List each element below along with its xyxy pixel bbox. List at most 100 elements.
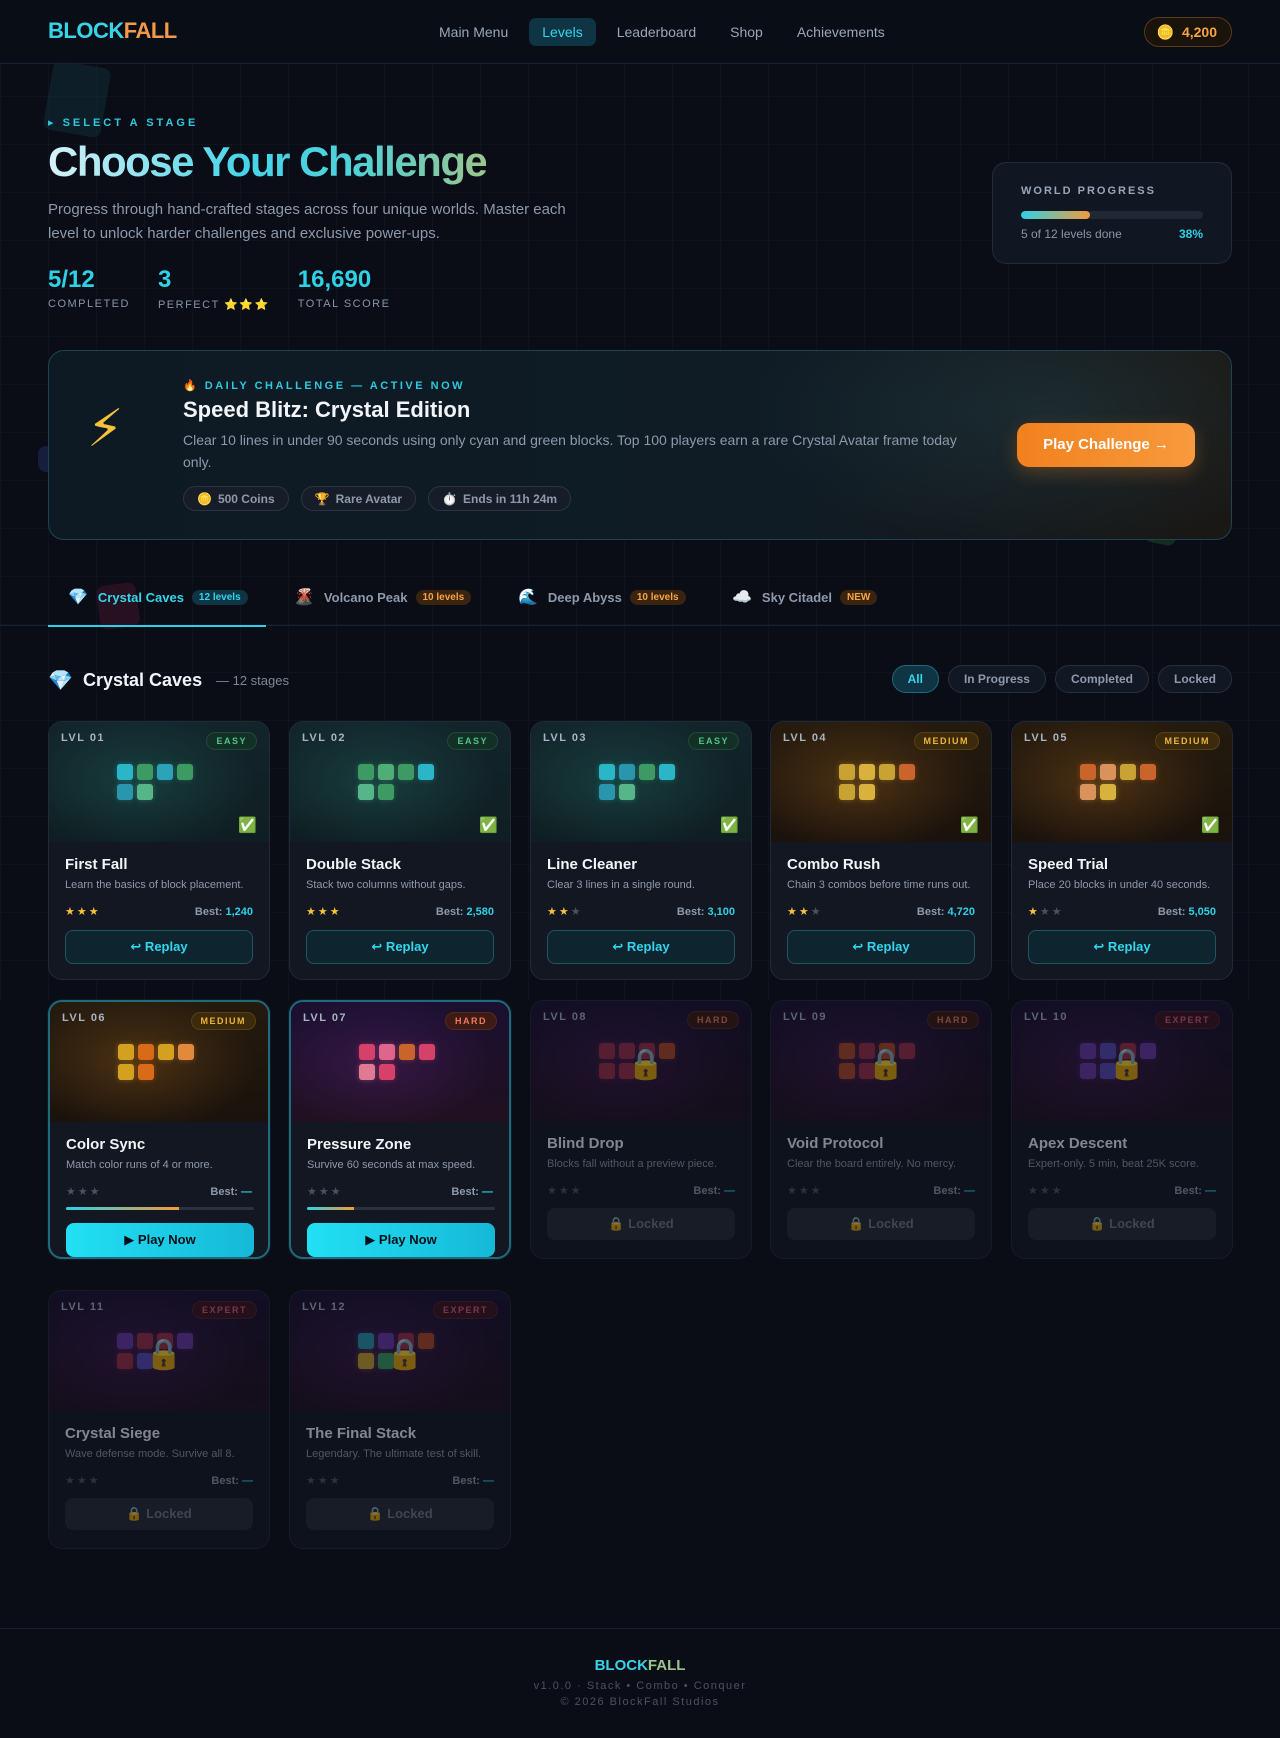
play-now-button[interactable]: ▶ Play Now [66,1223,254,1257]
completed-check-icon: ✅ [720,817,739,834]
locked-button: 🔒 Locked [787,1208,975,1240]
completed-check-icon: ✅ [238,817,257,834]
best-score: Best: — [933,1185,975,1197]
best-value: 5,050 [1188,906,1216,918]
level-card[interactable]: LVL 01 EASY ✅ First Fall Learn the basics of… [48,721,270,980]
level-card: LVL 10 EXPERT 🔒 Apex Descent Expert-only. 5 … [1011,1000,1233,1259]
level-card[interactable]: LVL 07 HARD Pressure Zone Survive 60 second… [289,1000,511,1259]
locked-button: 🔒 Locked [547,1208,735,1240]
world-icon: ☁️ [732,589,752,606]
preview-block [177,764,193,780]
level-card[interactable]: LVL 02 EASY ✅ Double Stack Stack two columns… [289,721,511,980]
tab-crystal-caves[interactable]: 💎 Crystal Caves 12 levels [48,568,266,627]
level-card[interactable]: LVL 06 MEDIUM Color Sync Match color runs o… [48,1000,270,1259]
star-icon: ★ [329,1475,342,1487]
tab-volcano-peak[interactable]: 🌋 Volcano Peak 10 levels [274,568,488,626]
chip-label: Rare Avatar [335,491,403,506]
level-description: Survive 60 seconds at max speed. [307,1159,476,1171]
preview-block [117,764,133,780]
difficulty-badge: EXPERT [432,1301,498,1319]
logo[interactable]: BLOCKFALL [48,18,177,44]
best-score: Best: — [451,1186,493,1198]
tab-sky-citadel[interactable]: ☁️ Sky Citadel NEW [712,568,902,626]
preview-block [378,784,394,800]
reward-chips: 🪙 500 Coins 🏆 Rare Avatar ⏱️ Ends in 11h 24m [183,486,572,511]
replay-button[interactable]: ↩ Replay [1028,930,1216,964]
best-score: Best: 2,580 [436,906,494,918]
world-progress-bar [1021,211,1203,219]
star-icon: ★ [558,1185,571,1197]
star-icon: ★ [65,1475,77,1487]
star-icon: ★ [318,1186,331,1198]
preview-block [418,764,434,780]
level-description: Wave defense mode. Survive all 8. [65,1448,235,1460]
nav-leaderboard[interactable]: Leaderboard [604,18,709,46]
replay-button[interactable]: ↩ Replay [65,930,253,964]
preview-block [1080,764,1096,780]
filter-in-progress[interactable]: In Progress [947,665,1046,693]
level-card: LVL 11 EXPERT 🔒 Crystal Siege Wave defense m… [48,1290,270,1549]
nav-shop[interactable]: Shop [717,18,776,46]
preview-block [358,1353,374,1369]
preview-block [899,764,915,780]
preview-block [639,764,655,780]
hero-subtitle: Progress through hand-crafted stages acr… [48,201,566,242]
best-value: 4,720 [947,906,975,918]
nav-main-menu[interactable]: Main Menu [426,18,521,46]
best-score: Best: 5,050 [1158,906,1216,918]
daily-eyebrow: 🔥 DAILY CHALLENGE — ACTIVE NOW [183,380,466,392]
star-icon: ★ [89,1186,102,1198]
nav-achievements[interactable]: Achievements [784,18,898,46]
filter-locked[interactable]: Locked [1157,665,1232,693]
best-label: Best: [916,906,945,918]
replay-button[interactable]: ↩ Replay [787,930,975,964]
star-icon: ★ [66,1186,78,1198]
star-icon: ★ [1039,1185,1052,1197]
level-card[interactable]: LVL 03 EASY ✅ Line Cleaner Clear 3 lines in … [530,721,752,980]
star-icon: ★ [329,906,342,918]
level-progress-bar [307,1207,495,1210]
replay-button[interactable]: ↩ Replay [547,930,735,964]
level-number: LVL 07 [303,1012,348,1024]
level-description: Stack two columns without gaps. [306,879,466,891]
level-card[interactable]: LVL 04 MEDIUM ✅ Combo Rush Chain 3 combos be… [770,721,992,980]
star-icon: ★ [1028,906,1040,918]
star-icon: ★ [306,906,318,918]
play-now-button[interactable]: ▶ Play Now [307,1223,495,1257]
coin-balance[interactable]: 🪙 4,200 [1143,17,1232,47]
nav-levels[interactable]: Levels [529,18,596,46]
reward-chip: ⏱️ Ends in 11h 24m [428,486,572,511]
filter-completed[interactable]: Completed [1054,665,1149,693]
replay-button[interactable]: ↩ Replay [306,930,494,964]
star-icon: ★ [570,906,583,918]
star-icon: ★ [547,1185,559,1197]
daily-title: Speed Blitz: Crystal Edition [183,397,471,422]
star-icon: ★ [76,1475,89,1487]
preview-block [117,1353,133,1369]
filter-all[interactable]: All [891,665,939,693]
star-icon: ★ [810,906,823,918]
level-card[interactable]: LVL 05 MEDIUM ✅ Speed Trial Place 20 blocks … [1011,721,1233,980]
lightning-icon: ⚡ [87,400,124,458]
level-title: Double Stack [306,856,402,873]
star-icon: ★ [306,1475,318,1487]
play-challenge-button[interactable]: Play Challenge → [1017,423,1195,467]
level-progress-fill [307,1207,354,1210]
level-number: LVL 02 [302,732,347,744]
level-title: Void Protocol [787,1135,884,1152]
chip-icon: 🪙 [197,491,212,506]
tab-badge: 12 levels [191,589,248,605]
reward-chip: 🏆 Rare Avatar [300,486,417,511]
level-number: LVL 05 [1024,732,1069,744]
tab-deep-abyss[interactable]: 🌊 Deep Abyss 10 levels [498,568,702,626]
completed-check-icon: ✅ [1201,817,1220,834]
stat-label: TOTAL SCORE [297,298,391,310]
difficulty-badge: EASY [206,732,257,750]
difficulty-badge: MEDIUM [190,1012,256,1030]
main-nav: Main Menu Levels Leaderboard Shop Achievemen… [426,18,898,46]
tab-badge: 10 levels [415,589,472,605]
preview-block [619,764,635,780]
tab-badge: 10 levels [629,589,686,605]
difficulty-badge: HARD [445,1012,497,1030]
best-label: Best: [933,1185,961,1197]
